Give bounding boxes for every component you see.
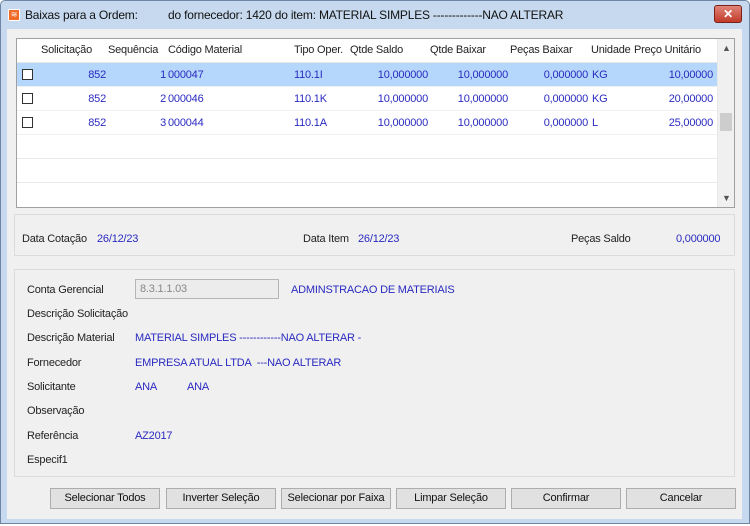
data-cotacao-label: Data Cotação <box>22 233 87 245</box>
pecas-saldo-value: 0,000000 <box>676 233 721 245</box>
col-tipo[interactable]: Tipo Oper. <box>294 44 343 56</box>
cell-codigo: 000046 <box>168 93 204 105</box>
cell-sequencia: 1 <box>160 69 166 81</box>
cell-sequencia: 2 <box>160 93 166 105</box>
app-icon: ≋ <box>8 9 20 21</box>
scroll-thumb[interactable] <box>720 113 732 131</box>
col-codigo[interactable]: Código Material <box>168 44 242 56</box>
empty-row <box>17 135 717 159</box>
scroll-up-icon[interactable]: ▲ <box>722 43 731 53</box>
col-qtde-saldo[interactable]: Qtde Saldo <box>350 44 403 56</box>
invert-selection-button[interactable]: Inverter Seleção <box>166 488 276 509</box>
vertical-scrollbar[interactable]: ▲ ▼ <box>717 39 734 207</box>
grid-header: Solicitação Sequência Código Material Ti… <box>17 39 717 63</box>
pecas-saldo-label: Peças Saldo <box>571 233 631 245</box>
cell-codigo: 000044 <box>168 117 204 129</box>
table-row[interactable]: 852 1 000047 110.1I 10,000000 10,000000 0,0000… <box>17 63 717 87</box>
col-solicitacao[interactable]: Solicitação <box>41 44 92 56</box>
cell-unidade: KG <box>592 93 608 105</box>
row-checkbox[interactable] <box>22 117 33 128</box>
solicitante-code: ANA <box>135 381 158 393</box>
col-unidade[interactable]: Unidade <box>591 44 631 56</box>
cell-solicitacao: 852 <box>88 69 106 81</box>
select-range-button[interactable]: Selecionar por Faixa <box>281 488 391 509</box>
items-grid: Solicitação Sequência Código Material Ti… <box>16 38 735 208</box>
empty-row <box>17 159 717 183</box>
cell-sequencia: 3 <box>160 117 166 129</box>
referencia-value: AZ2017 <box>135 430 173 442</box>
referencia-label: Referência <box>27 430 79 442</box>
conta-desc: ADMINSTRACAO DE MATERIAIS <box>291 284 455 296</box>
cell-baixar: 10,000000 <box>457 117 508 129</box>
solicitante-name: ANA <box>187 381 210 393</box>
table-row[interactable]: 852 3 000044 110.1A 10,000000 10,000000 0,0000… <box>17 111 717 135</box>
row-checkbox[interactable] <box>22 93 33 104</box>
scroll-down-icon[interactable]: ▼ <box>722 193 731 203</box>
cell-codigo: 000047 <box>168 69 204 81</box>
cell-solicitacao: 852 <box>88 117 106 129</box>
row-checkbox[interactable] <box>22 69 33 80</box>
cancel-button[interactable]: Cancelar <box>626 488 736 509</box>
cell-unidade: L <box>592 117 598 129</box>
title-bar[interactable]: ≋ Baixas para a Ordem: do fornecedor: 14… <box>1 1 749 29</box>
desc-solicitacao-label: Descrição Solicitação <box>27 308 128 320</box>
cell-solicitacao: 852 <box>88 93 106 105</box>
col-qtde-baixar[interactable]: Qtde Baixar <box>430 44 486 56</box>
window-subtitle: do fornecedor: 1420 do item: MATERIAL SI… <box>168 8 564 22</box>
cell-preco: 20,00000 <box>668 93 713 105</box>
desc-material-label: Descrição Material <box>27 332 115 344</box>
fornecedor-label: Fornecedor <box>27 357 82 369</box>
data-cotacao-value: 26/12/23 <box>97 233 139 245</box>
cell-saldo: 10,000000 <box>377 117 428 129</box>
details-group <box>14 269 735 477</box>
cell-baixar: 10,000000 <box>457 69 508 81</box>
confirm-button[interactable]: Confirmar <box>511 488 621 509</box>
conta-label: Conta Gerencial <box>27 284 104 296</box>
window-title: Baixas para a Ordem: <box>25 8 138 22</box>
close-button[interactable]: ✕ <box>714 5 742 23</box>
solicitante-label: Solicitante <box>27 381 76 393</box>
fornecedor-value: EMPRESA ATUAL LTDA ---NAO ALTERAR <box>135 357 342 369</box>
cell-unidade: KG <box>592 69 608 81</box>
col-preco[interactable]: Preço Unitário <box>634 44 701 56</box>
col-pecas-baixar[interactable]: Peças Baixar <box>510 44 573 56</box>
observacao-label: Observação <box>27 405 85 417</box>
cell-preco: 25,00000 <box>668 117 713 129</box>
cell-pecas: 0,000000 <box>543 117 588 129</box>
conta-gerencial-field[interactable]: 8.3.1.1.03 <box>135 279 279 299</box>
cell-preco: 10,00000 <box>668 69 713 81</box>
cell-tipo: 110.1I <box>294 69 323 81</box>
cell-tipo: 110.1K <box>294 93 327 105</box>
data-item-label: Data Item <box>303 233 349 245</box>
cell-pecas: 0,000000 <box>543 69 588 81</box>
especif-label: Especif1 <box>27 454 68 466</box>
data-item-value: 26/12/23 <box>358 233 400 245</box>
cell-baixar: 10,000000 <box>457 93 508 105</box>
desc-material-value: MATERIAL SIMPLES ------------NAO ALTERAR… <box>135 332 362 344</box>
clear-selection-button[interactable]: Limpar Seleção <box>396 488 506 509</box>
cell-pecas: 0,000000 <box>543 93 588 105</box>
select-all-button[interactable]: Selecionar Todos <box>50 488 160 509</box>
cell-tipo: 110.1A <box>294 117 327 129</box>
table-row[interactable]: 852 2 000046 110.1K 10,000000 10,000000 0,0000… <box>17 87 717 111</box>
cell-saldo: 10,000000 <box>377 69 428 81</box>
cell-saldo: 10,000000 <box>377 93 428 105</box>
col-sequencia[interactable]: Sequência <box>108 44 158 56</box>
